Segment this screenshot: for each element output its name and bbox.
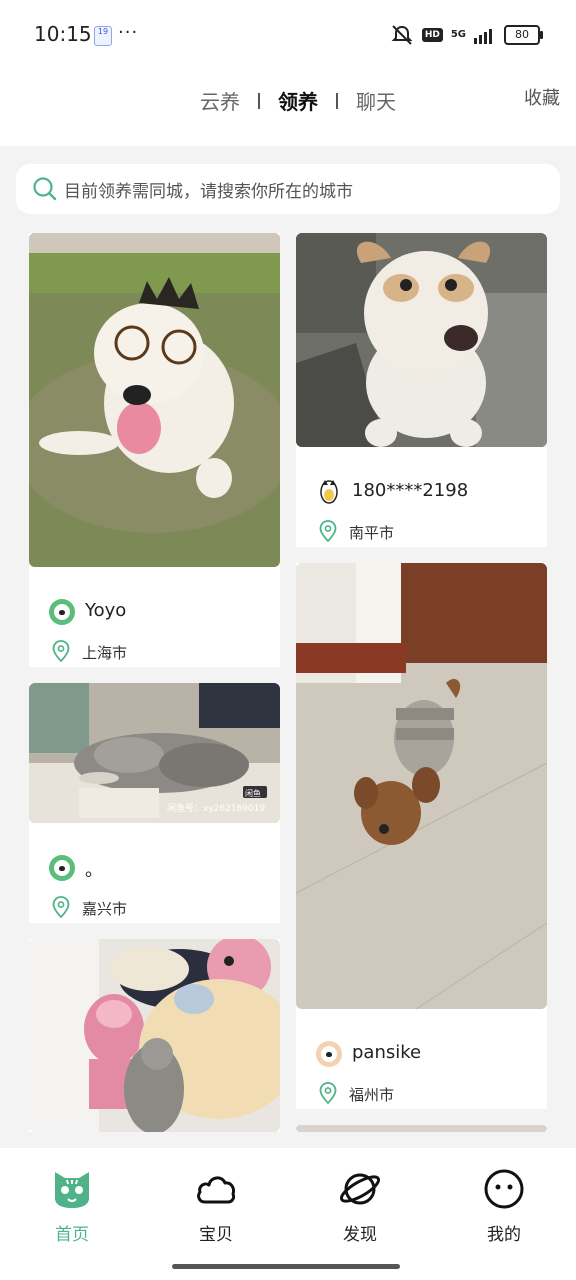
location-pin-icon xyxy=(319,1082,337,1104)
search-icon xyxy=(33,177,57,201)
search-placeholder: 目前领养需同城，请搜索你所在的城市 xyxy=(64,181,353,202)
top-header: 云养 领养 聊天 收藏 xyxy=(0,70,576,146)
bottom-tab-bar: 首页 宝贝 发现 我的 xyxy=(0,1148,576,1280)
signal-icon xyxy=(474,29,492,44)
tab-mine[interactable]: 我的 xyxy=(464,1168,544,1245)
status-bar: 10:15 19 ··· HD 5G 80 xyxy=(0,0,576,70)
user-avatar xyxy=(320,480,338,504)
pet-photo xyxy=(296,563,547,1009)
favorites-button[interactable]: 收藏 xyxy=(524,84,560,110)
city-label: 福州市 xyxy=(349,1086,395,1104)
tab-divider xyxy=(336,92,338,109)
search-bar[interactable]: 目前领养需同城，请搜索你所在的城市 xyxy=(16,164,560,214)
network-type: 5G xyxy=(450,29,466,40)
tab-mine-label: 我的 xyxy=(487,1225,521,1245)
cloud-icon xyxy=(197,1176,236,1204)
pet-card[interactable] xyxy=(29,939,280,1132)
tab-discover[interactable]: 发现 xyxy=(320,1168,400,1245)
svg-text:闲鱼: 闲鱼 xyxy=(245,788,261,798)
pet-photo xyxy=(296,233,547,447)
pet-card[interactable] xyxy=(296,1125,547,1132)
status-icons: HD 5G 80 xyxy=(390,24,543,46)
tab-discover-label: 发现 xyxy=(343,1225,377,1245)
user-avatar xyxy=(316,1041,342,1067)
mute-icon xyxy=(391,25,413,45)
user-avatar xyxy=(49,599,75,625)
location-pin-icon xyxy=(319,520,337,542)
notification-badge-icon: 19 xyxy=(94,26,112,46)
hd-icon: HD xyxy=(421,28,443,42)
pet-card[interactable]: pansike 福州市 xyxy=(296,563,547,1109)
user-name: 。 xyxy=(85,860,103,881)
pet-photo: 闲鱼 闲鱼号：xy262169019 xyxy=(29,683,280,823)
pet-card[interactable]: Yoyo 上海市 xyxy=(29,233,280,667)
tab-home[interactable]: 首页 xyxy=(32,1168,112,1245)
pet-photo xyxy=(29,233,280,567)
more-notifications-icon: ··· xyxy=(118,22,139,43)
tab-cloud-raise[interactable]: 云养 xyxy=(200,86,240,115)
status-time: 10:15 xyxy=(34,22,92,46)
location-pin-icon xyxy=(52,640,70,662)
cat-face-icon xyxy=(55,1172,89,1208)
photo-watermark: 闲鱼号：xy262169019 xyxy=(167,802,265,814)
home-indicator[interactable] xyxy=(172,1264,400,1269)
pet-photo xyxy=(296,1125,547,1132)
pet-photo xyxy=(29,939,280,1132)
pet-card[interactable]: 180****2198 南平市 xyxy=(296,233,547,547)
tab-treasure-label: 宝贝 xyxy=(199,1225,233,1245)
city-label: 南平市 xyxy=(349,524,395,542)
pet-card[interactable]: 闲鱼 闲鱼号：xy262169019 。 嘉兴市 xyxy=(29,683,280,923)
smiley-icon xyxy=(484,1169,524,1209)
tab-divider xyxy=(258,92,260,109)
user-name: pansike xyxy=(352,1042,422,1063)
user-name: Yoyo xyxy=(85,600,127,621)
battery-icon: 80 xyxy=(504,25,543,45)
top-tabs: 云养 领养 聊天 xyxy=(200,86,396,115)
location-pin-icon xyxy=(52,896,70,918)
tab-treasure[interactable]: 宝贝 xyxy=(176,1168,256,1245)
tab-chat[interactable]: 聊天 xyxy=(356,86,396,115)
user-avatar xyxy=(49,855,75,881)
city-label: 上海市 xyxy=(82,644,128,662)
planet-icon xyxy=(339,1173,381,1205)
user-name: 180****2198 xyxy=(352,480,469,501)
tab-home-label: 首页 xyxy=(55,1225,89,1245)
tab-adopt[interactable]: 领养 xyxy=(278,86,318,115)
city-label: 嘉兴市 xyxy=(82,900,128,918)
